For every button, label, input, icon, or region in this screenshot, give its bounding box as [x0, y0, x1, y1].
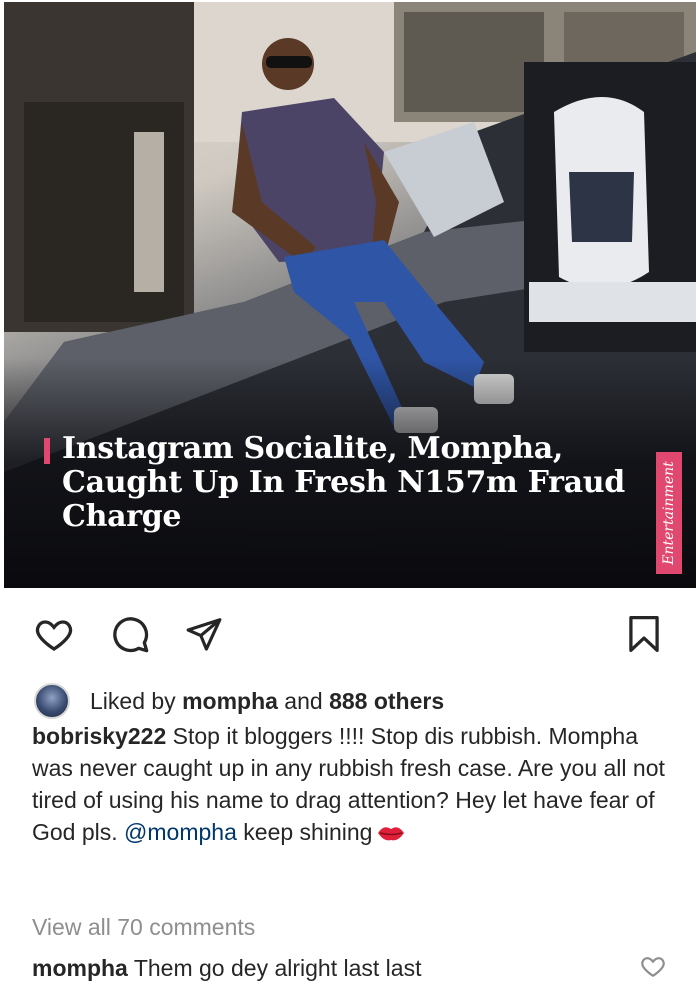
caption-tail: keep shining — [243, 819, 373, 845]
share-button[interactable] — [182, 612, 226, 656]
comment-username[interactable]: mompha — [32, 955, 128, 981]
caption: bobrisky222 Stop it bloggers !!!! Stop d… — [32, 720, 672, 848]
bookmark-icon — [629, 616, 659, 652]
category-label: Entertainment — [661, 461, 678, 565]
heart-icon — [641, 957, 665, 978]
heart-icon — [35, 620, 73, 651]
category-tag: Entertainment — [656, 452, 682, 574]
headline-text: Instagram Socialite, Mompha, Caught Up I… — [62, 431, 625, 534]
comment-row: mompha Them go dey alright last last — [32, 952, 421, 984]
post-image[interactable]: Instagram Socialite, Mompha, Caught Up I… — [4, 2, 696, 588]
like-button[interactable] — [32, 612, 76, 656]
liker-username[interactable]: mompha — [182, 688, 278, 715]
likes-count[interactable]: 888 others — [329, 688, 444, 715]
action-bar — [0, 600, 700, 664]
comment-button[interactable] — [108, 612, 152, 656]
caption-username[interactable]: bobrisky222 — [32, 723, 166, 749]
avatar[interactable] — [34, 683, 70, 719]
save-button[interactable] — [622, 612, 666, 656]
comment-icon — [113, 617, 149, 653]
send-icon — [186, 618, 222, 651]
comment-text: Them go dey alright last last — [133, 955, 422, 981]
view-all-comments-link[interactable]: View all 70 comments — [32, 914, 255, 941]
caption-mention[interactable]: @mompha — [124, 819, 237, 845]
comment-like-button[interactable] — [640, 953, 666, 979]
likes-joiner: and — [284, 687, 323, 714]
headline: Instagram Socialite, Mompha, Caught Up I… — [44, 432, 644, 534]
likes-prefix: Liked by — [90, 687, 176, 714]
kiss-lips-emoji-icon — [378, 827, 405, 841]
likes-summary[interactable]: Liked by mompha and 888 others — [34, 682, 444, 720]
